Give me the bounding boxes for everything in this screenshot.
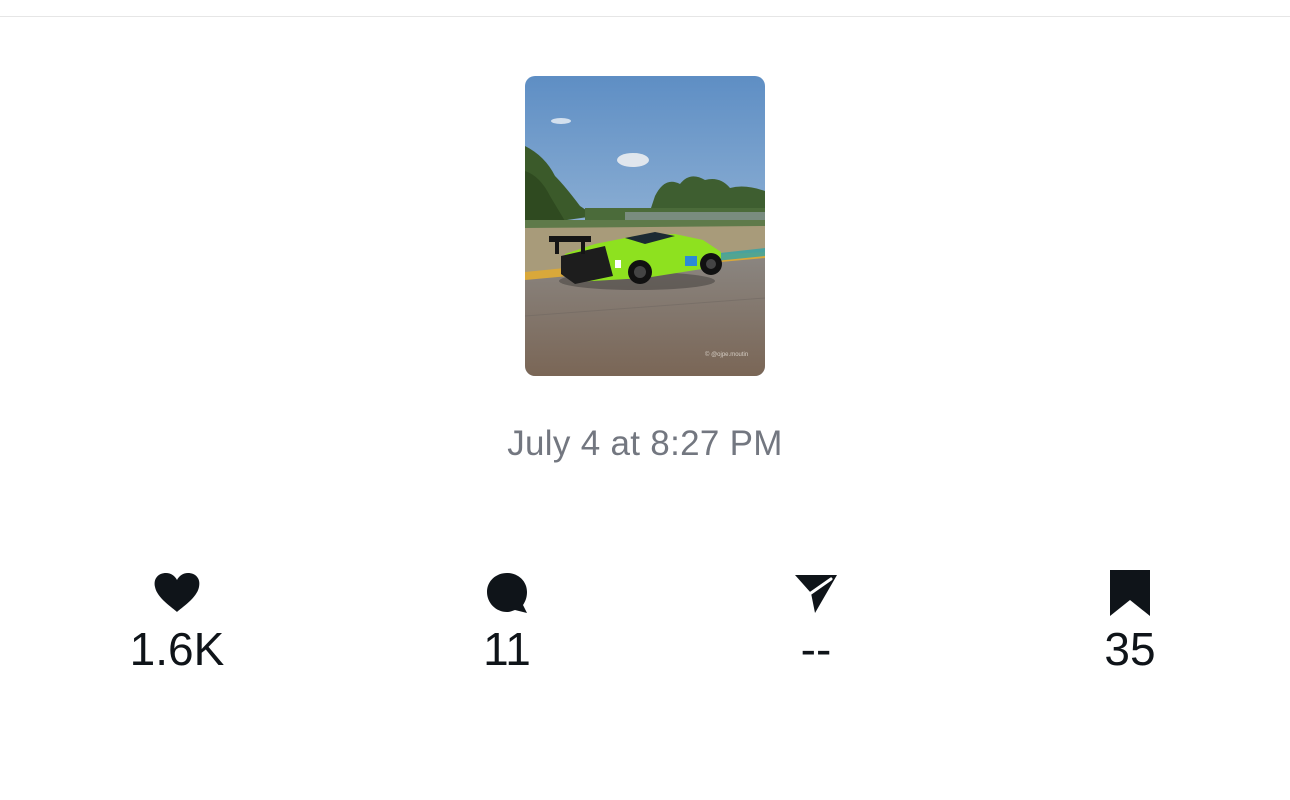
share-stat[interactable]: -- <box>716 566 916 672</box>
post-timestamp: July 4 at 8:27 PM <box>507 424 783 463</box>
bookmark-stat[interactable]: 35 <box>1030 566 1230 672</box>
race-car-photo: © @ojpe.moutin <box>525 76 765 376</box>
heart-icon[interactable] <box>77 566 277 620</box>
share-count: -- <box>800 623 832 675</box>
bookmark-count: 35 <box>1104 623 1156 675</box>
reply-count: 11 <box>483 623 531 675</box>
like-count: 1.6K <box>129 623 225 675</box>
like-stat[interactable]: 1.6K <box>77 566 277 672</box>
svg-text:© @ojpe.moutin: © @ojpe.moutin <box>705 351 748 358</box>
race-car <box>549 232 722 290</box>
post-detail-view: © @ojpe.moutin July 4 at 8:27 PM 1.6K 11… <box>0 0 1290 800</box>
bookmark-icon[interactable] <box>1030 566 1230 620</box>
send-icon[interactable] <box>716 566 916 620</box>
post-image[interactable]: © @ojpe.moutin <box>525 76 765 376</box>
reply-stat[interactable]: 11 <box>407 566 607 672</box>
comment-bubble-icon[interactable] <box>407 566 607 620</box>
top-divider <box>0 16 1290 17</box>
